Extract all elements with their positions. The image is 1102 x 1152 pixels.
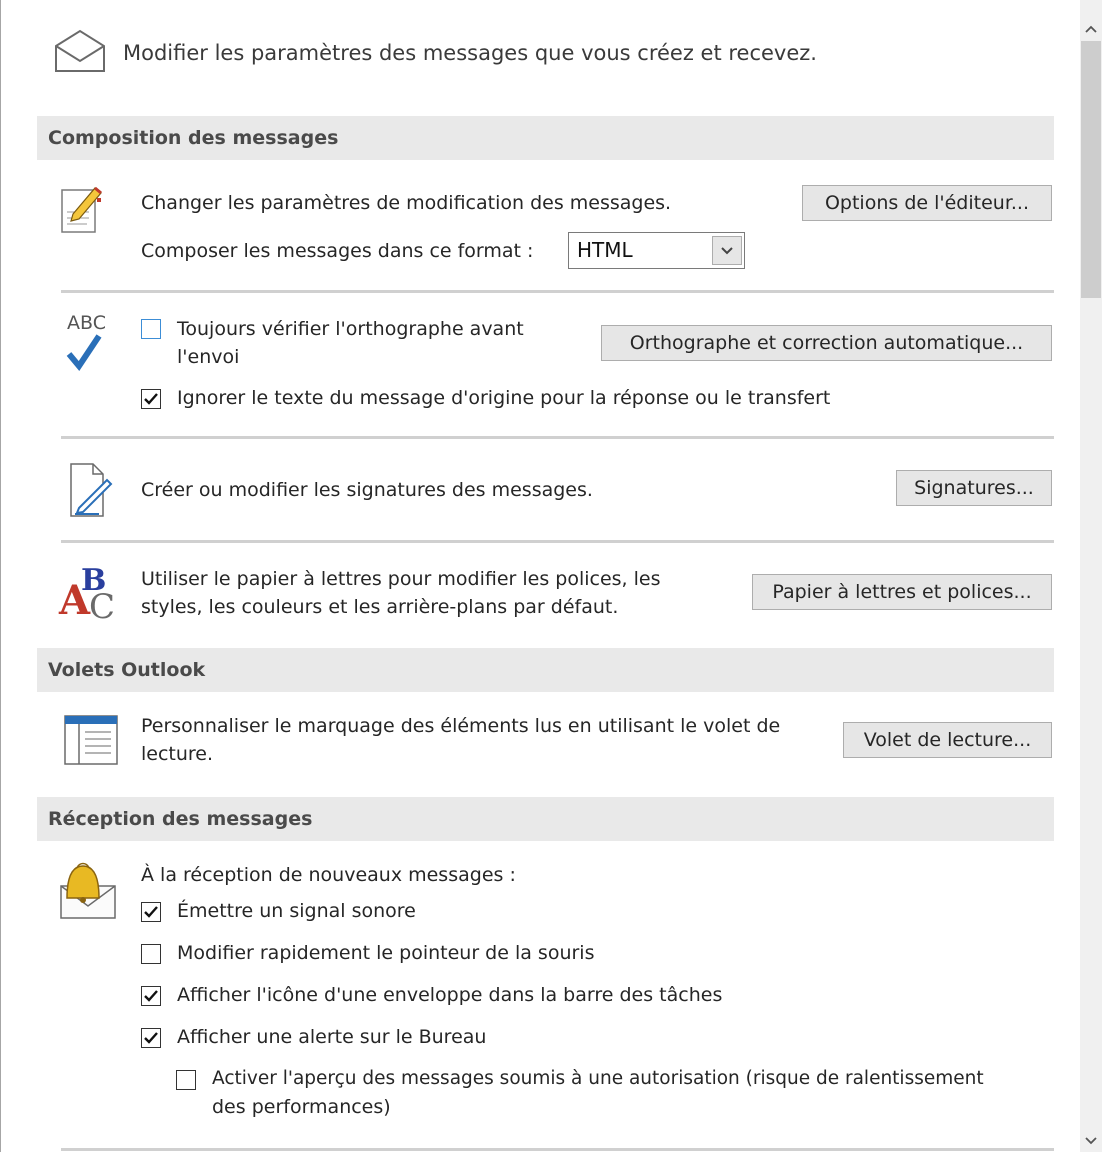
signature-description: Créer ou modifier les signatures des mes… [141, 479, 593, 501]
spelling-autocorrect-button[interactable]: Orthographe et correction automatique... [601, 325, 1052, 361]
stationery-fonts-button[interactable]: Papier à lettres et polices... [752, 574, 1052, 610]
scroll-up-icon[interactable] [1083, 20, 1099, 39]
stationery-description-line1: Utiliser le papier à lettres pour modifi… [141, 568, 661, 590]
sound-checkbox[interactable] [141, 902, 161, 922]
divider [61, 540, 1054, 543]
preview-rights-checkbox[interactable] [176, 1070, 196, 1090]
section-composition-header: Composition des messages [37, 116, 1054, 160]
stationery-description-line2: styles, les couleurs et les arrière-plan… [141, 596, 619, 618]
divider [61, 290, 1054, 293]
envelope-open-icon [53, 28, 107, 78]
desktop-alert-checkbox[interactable] [141, 1028, 161, 1048]
section-reception-header: Réception des messages [37, 797, 1054, 841]
format-select[interactable]: HTML [568, 232, 745, 269]
divider [61, 436, 1054, 439]
sound-label: Émettre un signal sonore [177, 900, 416, 922]
svg-text:C: C [89, 587, 115, 622]
spell-check-label-line2: l'envoi [177, 346, 240, 368]
envelope-taskbar-checkbox[interactable] [141, 986, 161, 1006]
reading-pane-button[interactable]: Volet de lecture... [843, 722, 1052, 758]
bell-envelope-icon [57, 858, 121, 926]
editor-options-button[interactable]: Options de l'éditeur... [802, 185, 1052, 221]
pointer-checkbox[interactable] [141, 944, 161, 964]
envelope-taskbar-label: Afficher l'icône d'une enveloppe dans la… [177, 984, 723, 1006]
desktop-alert-label: Afficher une alerte sur le Bureau [177, 1026, 487, 1048]
mail-options-window: Modifier les paramètres des messages que… [0, 0, 1102, 1152]
reception-intro: À la réception de nouveaux messages : [141, 864, 516, 886]
scroll-down-icon[interactable] [1083, 1132, 1099, 1151]
reading-pane-description-line2: lecture. [141, 743, 214, 765]
options-pane: Modifier les paramètres des messages que… [1, 0, 1079, 1152]
pointer-label: Modifier rapidement le pointeur de la so… [177, 942, 595, 964]
scrollbar-thumb[interactable] [1081, 41, 1101, 298]
ignore-text-label: Ignorer le texte du message d'origine po… [177, 387, 831, 409]
preview-rights-label-line1: Activer l'aperçu des messages soumis à u… [212, 1068, 984, 1089]
format-select-value: HTML [577, 238, 633, 262]
edit-document-icon [59, 180, 105, 240]
divider [61, 1148, 1054, 1151]
signatures-button[interactable]: Signatures... [896, 470, 1052, 506]
chevron-down-icon[interactable] [712, 236, 742, 265]
reading-pane-description-line1: Personnaliser le marquage des éléments l… [141, 715, 781, 737]
ignore-text-checkbox[interactable] [141, 389, 161, 409]
section-panes-header: Volets Outlook [37, 648, 1054, 692]
checkmark-icon [65, 330, 105, 378]
stationery-fonts-icon: A B C [57, 560, 121, 627]
spell-check-checkbox[interactable] [141, 319, 161, 339]
preview-rights-label-line2: des performances) [212, 1096, 391, 1118]
spell-check-label-line1: Toujours vérifier l'orthographe avant [177, 318, 524, 340]
format-label: Composer les messages dans ce format : [141, 240, 534, 262]
reading-pane-icon [63, 714, 119, 770]
page-description: Modifier les paramètres des messages que… [123, 41, 817, 65]
signature-icon [67, 460, 115, 524]
editor-description: Changer les paramètres de modification d… [141, 192, 672, 214]
